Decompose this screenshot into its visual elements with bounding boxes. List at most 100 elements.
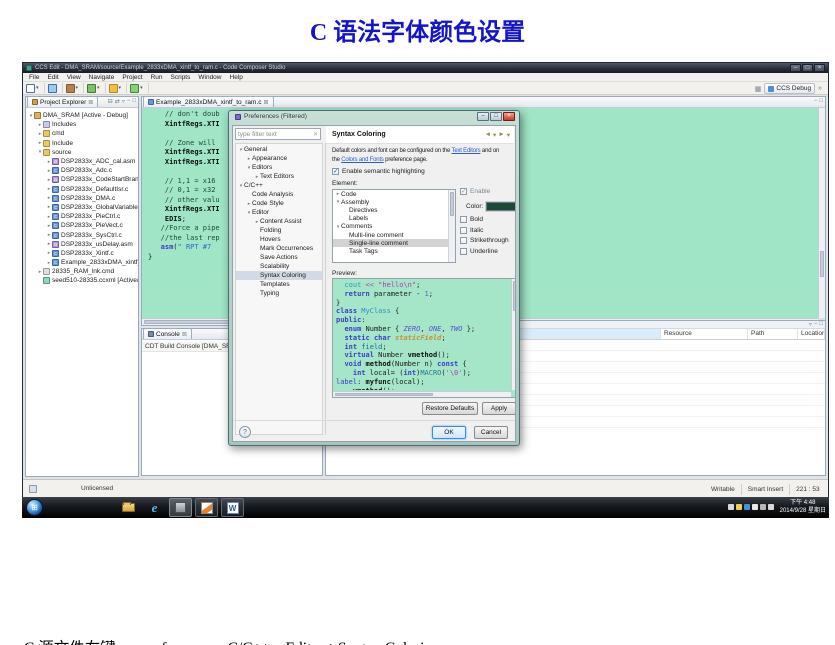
minimize-icon[interactable]: −	[127, 98, 131, 105]
link-editor-icon[interactable]: ⇄	[115, 98, 120, 105]
toolbar-flash-button[interactable]: ▾	[108, 83, 121, 93]
apply-button[interactable]: Apply	[482, 402, 515, 415]
dropdown-icon[interactable]: ▾	[507, 131, 510, 139]
tab-editor-file[interactable]: Example_2833xDMA_xintf_to_ram.c ⊠	[143, 96, 274, 107]
toolbar-debug-button[interactable]: ▾	[87, 83, 100, 93]
checkbox-icon[interactable]	[460, 216, 467, 223]
menu-view[interactable]: View	[63, 74, 85, 81]
restore-defaults-button[interactable]: Restore Defaults	[422, 402, 478, 415]
checkbox-icon[interactable]	[460, 226, 467, 234]
maximize-icon[interactable]: □	[132, 98, 136, 105]
project-tree-item[interactable]: ▸ c DSP2833x_PieCtrl.c	[26, 212, 138, 221]
element-item[interactable]: Labels	[333, 215, 448, 223]
menu-project[interactable]: Project	[118, 74, 146, 81]
checkbox-icon[interactable]	[460, 237, 467, 244]
project-tree-item[interactable]: ▸cDSP2833x_GlobalVariableDefs.c	[26, 203, 138, 212]
dialog-minimize-button[interactable]: –	[477, 112, 489, 121]
element-item[interactable]: Multi-line comment	[333, 231, 448, 239]
project-tree-item[interactable]: ▸ c DSP2833x_Xintf.c	[26, 249, 138, 258]
project-tree-item[interactable]: ▸ c DSP2833x_Adc.c	[26, 166, 138, 175]
scrollbar-thumb[interactable]	[335, 393, 433, 396]
column-header[interactable]: Path	[748, 329, 798, 339]
strikethrough-checkbox[interactable]: Strikethrough	[460, 237, 509, 244]
project-tree-item[interactable]: ▸aDSP2833x_CodeStartBranch.asm	[26, 175, 138, 184]
close-button[interactable]: ×	[814, 64, 825, 72]
maximize-button[interactable]: □	[802, 64, 813, 72]
start-button[interactable]: ⊞	[26, 499, 43, 516]
menu-edit[interactable]: Edit	[43, 74, 62, 81]
semantic-highlighting-checkbox[interactable]: Enable semantic highlighting	[332, 167, 425, 175]
taskbar-explorer-button[interactable]	[117, 498, 140, 517]
dialog-title-bar[interactable]: Preferences (Filtered)	[235, 113, 307, 120]
project-tree-item[interactable]: seed510-28335.ccxml [Active/Defa	[26, 276, 138, 285]
preference-link[interactable]: Colors and Fonts	[341, 157, 384, 163]
dialog-maximize-button[interactable]: □	[490, 112, 502, 121]
pref-tree-item[interactable]: ▸ Appearance	[236, 154, 322, 163]
element-item[interactable]: Directives	[333, 206, 448, 214]
minimize-icon[interactable]: −	[814, 321, 818, 328]
close-tab-icon[interactable]: ⊠	[182, 331, 187, 338]
tab-project-explorer[interactable]: Project Explorer ⊠	[27, 97, 99, 107]
pref-tree-item[interactable]: Save Actions	[236, 253, 322, 262]
project-tree-item[interactable]: ▸ c DSP2833x_PieVect.c	[26, 221, 138, 230]
project-tree-item[interactable]: ▸ a DSP2833x_usDelay.asm	[26, 240, 138, 249]
menu-run[interactable]: Run	[147, 74, 167, 81]
pref-tree-item[interactable]: ▾ C/C++	[236, 181, 322, 190]
pref-tree-item[interactable]: Folding	[236, 226, 322, 235]
menu-file[interactable]: File	[25, 74, 43, 81]
toolbar-run-button[interactable]: ▾	[130, 83, 143, 93]
project-tree-item[interactable]: ▸ c DSP2833x_DefaultIsr.c	[26, 185, 138, 194]
enable-checkbox[interactable]: Enable	[460, 187, 490, 195]
pref-tree-item[interactable]: ▾ Editor	[236, 208, 322, 217]
pref-tree-item[interactable]: Templates	[236, 280, 322, 289]
view-menu-icon[interactable]: ▿	[122, 98, 125, 105]
underline-checkbox[interactable]: Underline	[460, 247, 509, 255]
element-item[interactable]: ▸ Code	[333, 190, 448, 198]
project-tree-item[interactable]: ▸ Include	[26, 139, 138, 148]
pref-tree-item[interactable]: Scalability	[236, 262, 322, 271]
cancel-button[interactable]: Cancel	[474, 426, 508, 439]
menu-window[interactable]: Window	[194, 74, 225, 81]
maximize-icon[interactable]: □	[819, 321, 823, 328]
ok-button[interactable]: OK	[432, 426, 466, 439]
tray-volume-icon[interactable]	[767, 504, 774, 510]
perspective-more-icon[interactable]: »	[818, 85, 822, 92]
menu-scripts[interactable]: Scripts	[167, 74, 195, 81]
project-tree-item[interactable]: ▸ Includes	[26, 120, 138, 129]
checkbox-icon[interactable]	[332, 167, 339, 175]
project-tree-item[interactable]: ▸ cmd	[26, 129, 138, 138]
minimize-icon[interactable]: −	[814, 98, 818, 104]
project-tree-item[interactable]: ▸cExample_2833xDMA_xintf_to_ra	[26, 258, 138, 267]
taskbar-clock[interactable]: 下午 4:48 2014/9/28 星期日	[780, 499, 826, 515]
minimize-button[interactable]: –	[790, 64, 801, 72]
help-button[interactable]: ?	[239, 426, 251, 438]
italic-checkbox[interactable]: Italic	[460, 226, 509, 234]
tray-power-icon[interactable]	[735, 504, 742, 510]
scrollbar-thumb[interactable]	[513, 281, 515, 311]
checkbox-icon[interactable]	[460, 247, 467, 255]
toolbar-new-file-button[interactable]: ▾	[26, 83, 39, 93]
taskbar-ccs-button[interactable]	[169, 498, 192, 517]
column-header[interactable]: Resource	[661, 329, 748, 339]
element-item[interactable]: Single-line comment	[333, 239, 448, 248]
project-tree-item[interactable]: ▾ source	[26, 148, 138, 157]
close-tab-icon[interactable]: ⊠	[88, 99, 93, 106]
back-icon[interactable]: ◄	[485, 131, 491, 139]
pref-tree-item[interactable]: Syntax Coloring	[236, 271, 322, 280]
maximize-icon[interactable]: □	[819, 98, 823, 104]
clear-filter-icon[interactable]: ✕	[313, 131, 318, 138]
checkbox-icon[interactable]	[460, 187, 467, 195]
preview-horizontal-scrollbar[interactable]	[333, 391, 511, 397]
tray-usb-icon[interactable]	[759, 504, 766, 510]
bold-checkbox[interactable]: Bold	[460, 216, 509, 223]
element-item[interactable]: Task Tags	[333, 247, 448, 255]
menu-help[interactable]: Help	[226, 74, 247, 81]
project-tree-item[interactable]: ▸ c DSP2833x_SysCtrl.c	[26, 230, 138, 239]
forward-icon[interactable]: ►	[498, 131, 504, 139]
tray-shield-icon[interactable]	[743, 504, 750, 510]
project-tree-item[interactable]: ▸ 28335_RAM_lnk.cmd	[26, 267, 138, 276]
taskbar-word-button[interactable]: W	[221, 498, 244, 517]
menu-navigate[interactable]: Navigate	[85, 74, 119, 81]
collapse-all-icon[interactable]: ⊟	[108, 98, 113, 105]
pref-tree-item[interactable]: Code Analysis	[236, 190, 322, 199]
